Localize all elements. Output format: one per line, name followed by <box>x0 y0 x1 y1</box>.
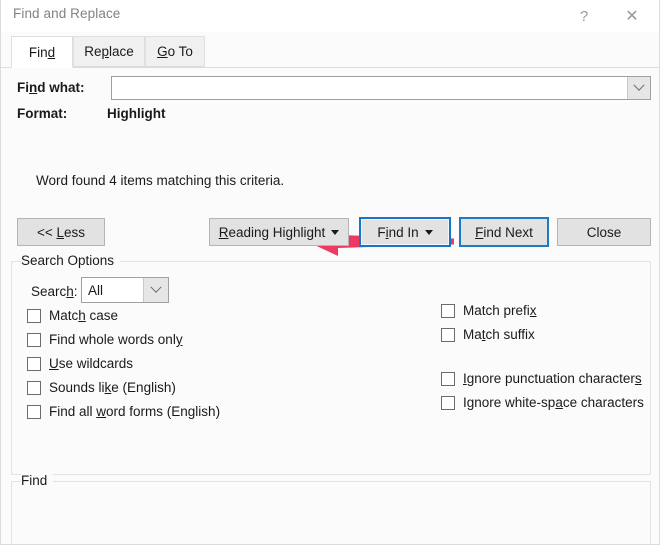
checkbox-box[interactable] <box>27 380 41 395</box>
checkbox-sounds-like[interactable]: Sounds like (English) <box>27 380 176 395</box>
checkbox-box[interactable] <box>27 308 41 323</box>
checkbox-label: Sounds like (English) <box>49 380 176 395</box>
checkbox-label: Find whole words only <box>49 332 183 347</box>
chevron-down-icon[interactable] <box>143 278 168 302</box>
search-label: Search: <box>31 284 78 299</box>
checkbox-box[interactable] <box>27 332 41 347</box>
less-button[interactable]: << Less <box>17 218 105 246</box>
tab-replace[interactable]: Replace <box>73 36 145 67</box>
checkbox-match-prefix[interactable]: Match prefix <box>441 303 537 318</box>
reading-highlight-label: Reading Highlight <box>218 224 326 240</box>
tab-go-to-label: Go To <box>157 44 193 59</box>
find-in-button[interactable]: Find In <box>359 217 451 247</box>
tab-go-to[interactable]: Go To <box>145 36 205 67</box>
tab-find[interactable]: Find <box>11 36 73 68</box>
checkbox-use-wildcards[interactable]: Use wildcards <box>27 356 133 371</box>
tab-replace-label: Replace <box>84 44 134 59</box>
checkbox-label: Ignore white-space characters <box>463 395 644 410</box>
checkbox-label: Find all word forms (English) <box>49 404 221 419</box>
format-value: Highlight <box>107 106 166 121</box>
help-icon[interactable]: ? <box>563 0 605 32</box>
checkbox-find-whole-words-only[interactable]: Find whole words only <box>27 332 183 347</box>
checkbox-box[interactable] <box>27 404 41 419</box>
search-options-group-label: Search Options <box>21 253 121 268</box>
find-tab-panel: Find what: Format: Highlight Word found … <box>1 68 659 544</box>
checkbox-label: Use wildcards <box>49 356 134 371</box>
reading-highlight-button[interactable]: Reading Highlight <box>209 218 349 246</box>
less-button-label: << Less <box>36 224 86 240</box>
search-scope-value: All <box>88 282 104 298</box>
checkbox-box[interactable] <box>441 327 455 342</box>
checkbox-box[interactable] <box>441 303 455 318</box>
search-scope-select[interactable]: All <box>81 277 169 303</box>
close-icon[interactable]: ✕ <box>611 0 653 32</box>
format-label: Format: <box>17 106 68 121</box>
checkbox-ignore-punctuation[interactable]: Ignore punctuation characters <box>441 371 642 386</box>
find-what-combobox[interactable] <box>111 76 651 100</box>
find-what-input[interactable] <box>112 77 627 99</box>
find-next-label: Find Next <box>475 224 533 240</box>
checkbox-label: Match case <box>49 308 119 323</box>
chevron-down-icon[interactable] <box>627 77 650 99</box>
title-bar: Find and Replace ? ✕ <box>1 0 659 32</box>
checkbox-label: Match prefix <box>463 303 537 318</box>
status-message: Word found 4 items matching this criteri… <box>36 173 285 188</box>
checkbox-find-all-word-forms[interactable]: Find all word forms (English) <box>27 404 220 419</box>
checkbox-ignore-white-space[interactable]: Ignore white-space characters <box>441 395 644 410</box>
checkbox-label: Match suffix <box>463 327 535 342</box>
checkbox-match-case[interactable]: Match case <box>27 308 118 323</box>
caret-down-icon <box>331 229 340 235</box>
find-groupbox <box>11 481 651 544</box>
checkbox-label: Ignore punctuation characters <box>463 371 642 386</box>
checkbox-box[interactable] <box>27 356 41 371</box>
checkbox-box[interactable] <box>441 371 455 386</box>
find-and-replace-dialog: Find and Replace ? ✕ Find Replace Go To … <box>0 0 660 545</box>
find-in-label: Find In <box>377 224 419 240</box>
checkbox-match-suffix[interactable]: Match suffix <box>441 327 535 342</box>
find-group-label: Find <box>21 473 54 488</box>
find-what-label: Find what: <box>17 80 85 95</box>
tab-find-label: Find <box>28 44 56 60</box>
tab-strip: Find Replace Go To <box>1 36 659 68</box>
close-button[interactable]: Close <box>557 218 651 246</box>
find-next-button[interactable]: Find Next <box>459 217 549 247</box>
dialog-title: Find and Replace <box>13 6 121 21</box>
checkbox-box[interactable] <box>441 395 455 410</box>
caret-down-icon <box>424 229 433 235</box>
